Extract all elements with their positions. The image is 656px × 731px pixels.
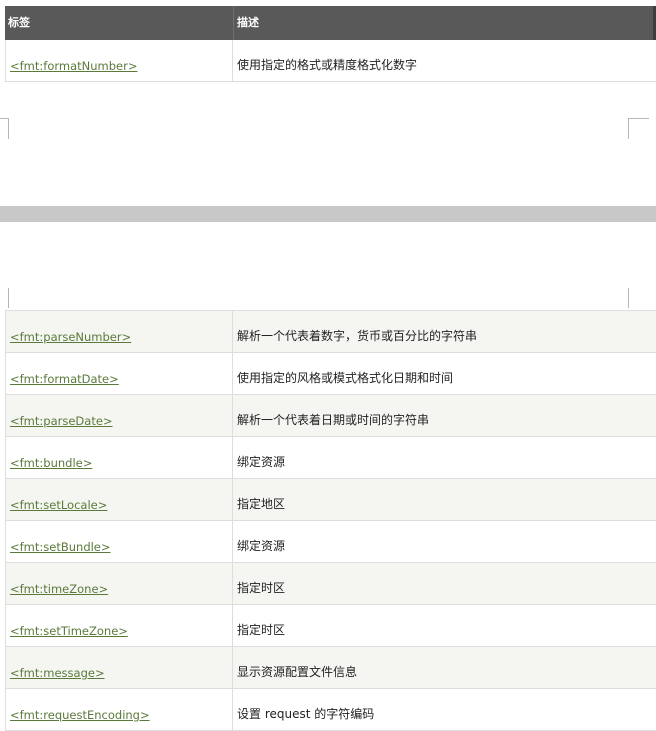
- tag-link-formatDate[interactable]: <fmt:formatDate>: [10, 372, 119, 386]
- tag-description: 指定时区: [237, 581, 286, 595]
- tag-description: 使用指定的风格或模式格式化日期和时间: [237, 371, 454, 385]
- table-row: <fmt:setTimeZone> 指定时区: [5, 605, 656, 647]
- tag-description: 指定时区: [237, 623, 286, 637]
- table-row: <fmt:formatNumber> 使用指定的格式或精度格式化数字: [5, 40, 656, 82]
- page-corner-mark: [628, 118, 649, 139]
- page-corner-mark: [0, 118, 9, 139]
- table-row: <fmt:requestEncoding> 设置 request 的字符编码: [5, 689, 656, 731]
- tag-description: 使用指定的格式或精度格式化数字: [237, 58, 418, 72]
- page-corner-mark: [0, 288, 9, 308]
- tag-link-setLocale[interactable]: <fmt:setLocale>: [10, 498, 107, 512]
- tag-description: 指定地区: [237, 497, 286, 511]
- tag-link-bundle[interactable]: <fmt:bundle>: [10, 456, 92, 470]
- tag-description: 解析一个代表着数字，货币或百分比的字符串: [237, 329, 478, 343]
- table-row: <fmt:parseNumber> 解析一个代表着数字，货币或百分比的字符串: [5, 311, 656, 353]
- tag-link-formatNumber[interactable]: <fmt:formatNumber>: [10, 59, 137, 73]
- tag-description: 绑定资源: [237, 455, 286, 469]
- tag-description: 解析一个代表着日期或时间的字符串: [237, 413, 430, 427]
- header-divider: [233, 6, 234, 40]
- document-page-2: <fmt:parseNumber> 解析一个代表着数字，货币或百分比的字符串 <…: [0, 222, 656, 731]
- table-row: <fmt:message> 显示资源配置文件信息: [5, 647, 656, 689]
- table-body-page-1: <fmt:formatNumber> 使用指定的格式或精度格式化数字: [5, 40, 656, 82]
- tag-description: 绑定资源: [237, 539, 286, 553]
- table-row: <fmt:timeZone> 指定时区: [5, 563, 656, 605]
- table-body-page-2: <fmt:parseNumber> 解析一个代表着数字，货币或百分比的字符串 <…: [5, 310, 656, 731]
- tag-description: 显示资源配置文件信息: [237, 665, 358, 679]
- header-description: 描述: [237, 16, 259, 29]
- tag-link-parseNumber[interactable]: <fmt:parseNumber>: [10, 330, 131, 344]
- table-row: <fmt:bundle> 绑定资源: [5, 437, 656, 479]
- tag-link-message[interactable]: <fmt:message>: [10, 666, 105, 680]
- tag-link-timeZone[interactable]: <fmt:timeZone>: [10, 582, 108, 596]
- tag-description: 设置 request 的字符编码: [237, 707, 375, 721]
- page-corner-mark: [628, 288, 649, 308]
- tag-link-requestEncoding[interactable]: <fmt:requestEncoding>: [10, 708, 150, 722]
- tag-link-setTimeZone[interactable]: <fmt:setTimeZone>: [10, 624, 128, 638]
- page-separator: [0, 206, 656, 222]
- tag-link-setBundle[interactable]: <fmt:setBundle>: [10, 540, 111, 554]
- table-row: <fmt:parseDate> 解析一个代表着日期或时间的字符串: [5, 395, 656, 437]
- table-row: <fmt:setLocale> 指定地区: [5, 479, 656, 521]
- header-tag: 标签: [8, 16, 30, 29]
- table-header: 标签 描述: [5, 6, 656, 40]
- table-row: <fmt:formatDate> 使用指定的风格或模式格式化日期和时间: [5, 353, 656, 395]
- table-row: <fmt:setBundle> 绑定资源: [5, 521, 656, 563]
- document-page-1: 标签 描述 <fmt:formatNumber> 使用指定的格式或精度格式化数字: [0, 0, 656, 206]
- tag-link-parseDate[interactable]: <fmt:parseDate>: [10, 414, 113, 428]
